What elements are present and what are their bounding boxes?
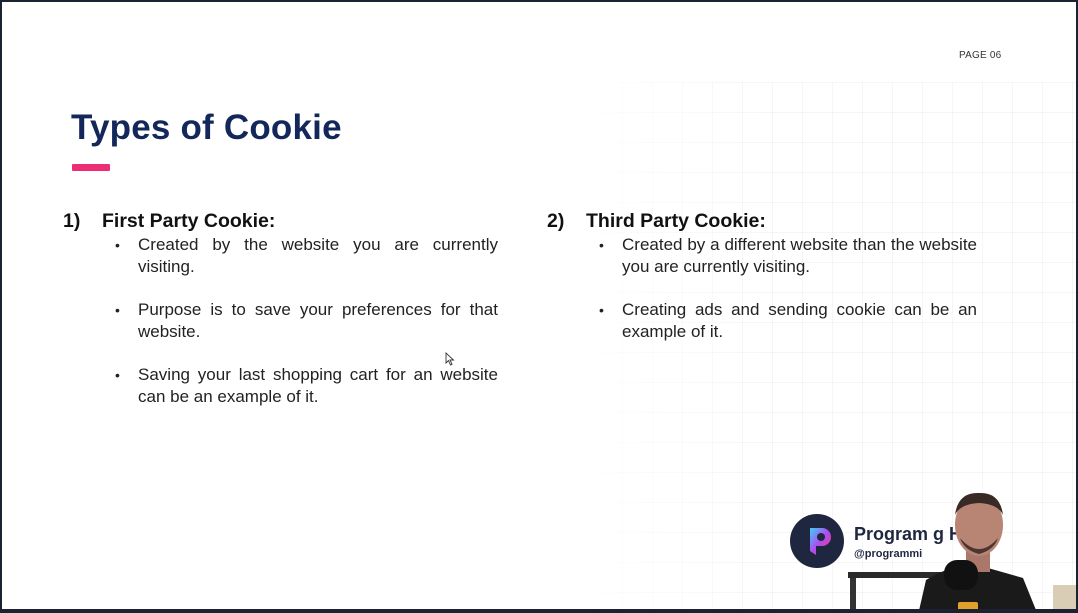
bullet-icon: • bbox=[599, 237, 604, 253]
section-first-party: 1) First Party Cookie: • Created by the w… bbox=[63, 208, 498, 429]
list-item: • Saving your last shopping cart for an w… bbox=[115, 365, 498, 406]
section-heading: 1) First Party Cookie: bbox=[63, 208, 498, 234]
title-underline bbox=[72, 164, 110, 171]
mouse-cursor-icon bbox=[445, 352, 455, 366]
section-third-party: 2) Third Party Cookie: • Created by a dif… bbox=[547, 208, 977, 364]
bullet-list: • Created by a different website than the… bbox=[547, 234, 977, 343]
brand-logo-icon bbox=[810, 528, 831, 555]
list-item: • Created by the website you are currentl… bbox=[115, 235, 498, 276]
section-number: 2) bbox=[547, 210, 565, 232]
list-item: • Created by a different website than the… bbox=[599, 235, 977, 276]
bullet-icon: • bbox=[115, 367, 120, 383]
bullet-icon: • bbox=[115, 237, 120, 253]
list-item: • Purpose is to save your preferences for… bbox=[115, 300, 498, 341]
bullet-icon: • bbox=[115, 302, 120, 318]
bullet-list: • Created by the website you are currentl… bbox=[63, 234, 498, 408]
presenter-video bbox=[848, 492, 1076, 609]
bullet-icon: • bbox=[599, 302, 604, 318]
slide-title: Types of Cookie bbox=[71, 108, 342, 147]
slide-frame: PAGE 06 Types of Cookie 1) First Party C… bbox=[2, 2, 1076, 609]
section-title: First Party Cookie: bbox=[102, 210, 276, 232]
section-number: 1) bbox=[63, 210, 81, 232]
webcam-overlay: Program g Hero @programmi bbox=[790, 490, 1076, 609]
section-heading: 2) Third Party Cookie: bbox=[547, 208, 977, 234]
brand-logo bbox=[790, 514, 844, 568]
list-item: • Creating ads and sending cookie can be … bbox=[599, 300, 977, 341]
page-number: PAGE 06 bbox=[959, 50, 1002, 61]
section-title: Third Party Cookie: bbox=[586, 210, 766, 232]
